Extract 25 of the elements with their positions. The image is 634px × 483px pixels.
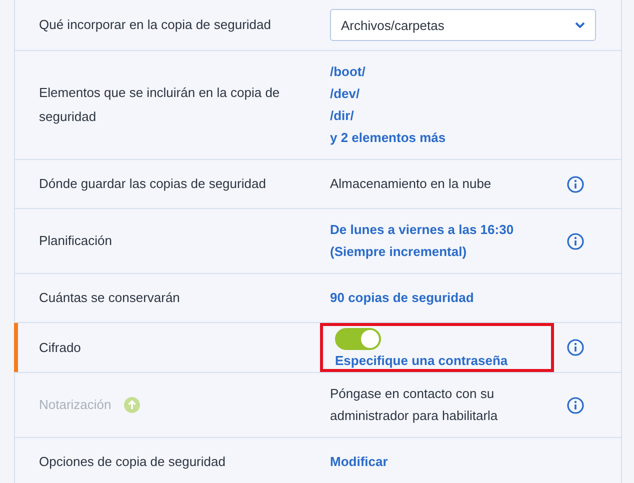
setting-link[interactable]: De lunes a viernes a las 16:30	[330, 219, 514, 241]
setting-link[interactable]: 90 copias de seguridad	[330, 287, 474, 309]
setting-label: Opciones de copia de seguridad	[39, 453, 226, 471]
setting-link[interactable]: Modificar	[330, 451, 388, 473]
info-icon[interactable]	[567, 176, 584, 192]
setting-value: Almacenamiento en la nube	[330, 175, 492, 193]
setting-link[interactable]: /dev/	[330, 83, 360, 105]
setting-label: Notarización	[39, 396, 112, 414]
setting-link[interactable]: (Siempre incremental)	[330, 241, 467, 263]
setting-label: Cifrado	[39, 338, 82, 356]
setting-link[interactable]: y 2 elementos más	[330, 127, 446, 149]
chevron-down-icon	[575, 22, 585, 28]
setting-value: Póngase en contacto con su administrador para habilitarla	[330, 385, 499, 425]
info-icon[interactable]	[567, 232, 584, 250]
toggle-switch[interactable]	[335, 328, 381, 350]
setting-label: Planificación	[39, 232, 113, 250]
setting-label: Elementos que se incluirán en la copia de seguridad	[39, 84, 281, 126]
setting-label: Dónde guardar las copias de seguridad	[39, 175, 267, 193]
setting-label: Cuántas se conservarán	[39, 289, 181, 307]
setting-link[interactable]: /dir/	[330, 105, 354, 127]
password-link[interactable]: Especifique una contraseña	[335, 353, 508, 368]
setting-link[interactable]: /boot/	[330, 61, 366, 83]
setting-label: Qué incorporar en la copia de seguridad	[39, 16, 272, 34]
backup-source-dropdown[interactable]: Archivos/carpetas	[330, 9, 596, 41]
info-icon[interactable]	[567, 339, 584, 356]
